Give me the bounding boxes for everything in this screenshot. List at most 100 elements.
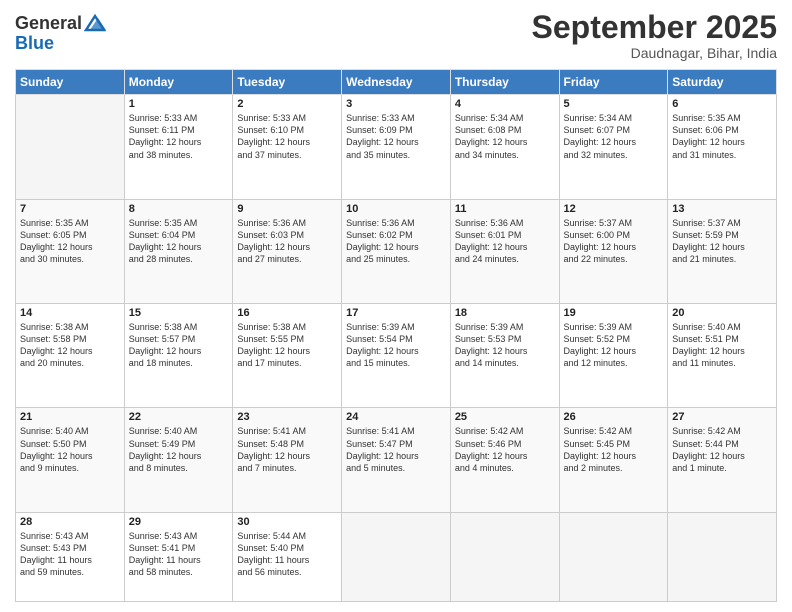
calendar-cell: 23 Sunrise: 5:41 AMSunset: 5:48 PMDayligh… bbox=[233, 408, 342, 512]
logo-blue-text: Blue bbox=[15, 34, 106, 54]
day-number: 4 bbox=[455, 98, 555, 110]
day-info: Sunrise: 5:36 AMSunset: 6:01 PMDaylight:… bbox=[455, 217, 555, 266]
calendar-cell bbox=[450, 512, 559, 601]
day-number: 26 bbox=[564, 411, 664, 423]
calendar-cell: 2 Sunrise: 5:33 AMSunset: 6:10 PMDaylight… bbox=[233, 95, 342, 199]
day-number: 1 bbox=[129, 98, 229, 110]
day-info: Sunrise: 5:37 AMSunset: 5:59 PMDaylight:… bbox=[672, 217, 772, 266]
day-info: Sunrise: 5:36 AMSunset: 6:02 PMDaylight:… bbox=[346, 217, 446, 266]
calendar-cell: 26Sunrise: 5:42 AMSunset: 5:45 PMDayligh… bbox=[559, 408, 668, 512]
day-number: 20 bbox=[672, 307, 772, 319]
logo: General Blue bbox=[15, 14, 106, 54]
weekday-header: Monday bbox=[124, 70, 233, 95]
weekday-header: Tuesday bbox=[233, 70, 342, 95]
calendar-cell: 19 Sunrise: 5:39 AMSunset: 5:52 PMDayligh… bbox=[559, 304, 668, 408]
day-info: Sunrise: 5:38 AMSunset: 5:57 PMDaylight:… bbox=[129, 321, 229, 370]
calendar-cell: 24 Sunrise: 5:41 AMSunset: 5:47 PMDayligh… bbox=[342, 408, 451, 512]
day-number: 28 bbox=[20, 516, 120, 528]
month-title: September 2025 bbox=[532, 10, 777, 45]
day-info: Sunrise: 5:35 AMSunset: 6:06 PMDaylight:… bbox=[672, 112, 772, 161]
calendar-cell: 8 Sunrise: 5:35 AMSunset: 6:04 PMDaylight… bbox=[124, 199, 233, 303]
calendar-cell: 1 Sunrise: 5:33 AMSunset: 6:11 PMDaylight… bbox=[124, 95, 233, 199]
day-info: Sunrise: 5:35 AMSunset: 6:04 PMDaylight:… bbox=[129, 217, 229, 266]
day-info: Sunrise: 5:34 AMSunset: 6:07 PMDaylight:… bbox=[564, 112, 664, 161]
calendar-cell: 3 Sunrise: 5:33 AMSunset: 6:09 PMDaylight… bbox=[342, 95, 451, 199]
day-number: 14 bbox=[20, 307, 120, 319]
calendar-cell: 21Sunrise: 5:40 AMSunset: 5:50 PMDayligh… bbox=[16, 408, 125, 512]
calendar-cell: 12 Sunrise: 5:37 AMSunset: 6:00 PMDayligh… bbox=[559, 199, 668, 303]
day-info: Sunrise: 5:40 AMSunset: 5:49 PMDaylight:… bbox=[129, 425, 229, 474]
weekday-header: Sunday bbox=[16, 70, 125, 95]
day-number: 3 bbox=[346, 98, 446, 110]
header: General Blue September 2025 Daudnagar, B… bbox=[15, 10, 777, 61]
calendar-cell: 22 Sunrise: 5:40 AMSunset: 5:49 PMDayligh… bbox=[124, 408, 233, 512]
day-number: 23 bbox=[237, 411, 337, 423]
location: Daudnagar, Bihar, India bbox=[532, 45, 777, 61]
day-number: 15 bbox=[129, 307, 229, 319]
day-info: Sunrise: 5:42 AMSunset: 5:46 PMDaylight:… bbox=[455, 425, 555, 474]
calendar-cell bbox=[559, 512, 668, 601]
day-number: 24 bbox=[346, 411, 446, 423]
calendar-cell bbox=[668, 512, 777, 601]
calendar-cell: 27 Sunrise: 5:42 AMSunset: 5:44 PMDayligh… bbox=[668, 408, 777, 512]
calendar-cell bbox=[16, 95, 125, 199]
day-number: 7 bbox=[20, 203, 120, 215]
day-info: Sunrise: 5:43 AMSunset: 5:41 PMDaylight:… bbox=[129, 530, 229, 579]
day-info: Sunrise: 5:41 AMSunset: 5:48 PMDaylight:… bbox=[237, 425, 337, 474]
day-number: 25 bbox=[455, 411, 555, 423]
calendar-cell: 29 Sunrise: 5:43 AMSunset: 5:41 PMDayligh… bbox=[124, 512, 233, 601]
day-number: 9 bbox=[237, 203, 337, 215]
calendar-cell: 25 Sunrise: 5:42 AMSunset: 5:46 PMDayligh… bbox=[450, 408, 559, 512]
day-info: Sunrise: 5:34 AMSunset: 6:08 PMDaylight:… bbox=[455, 112, 555, 161]
calendar-cell: 20 Sunrise: 5:40 AMSunset: 5:51 PMDayligh… bbox=[668, 304, 777, 408]
calendar-cell: 14 Sunrise: 5:38 AMSunset: 5:58 PMDayligh… bbox=[16, 304, 125, 408]
weekday-header: Thursday bbox=[450, 70, 559, 95]
day-info: Sunrise: 5:41 AMSunset: 5:47 PMDaylight:… bbox=[346, 425, 446, 474]
calendar-header-row: SundayMondayTuesdayWednesdayThursdayFrid… bbox=[16, 70, 777, 95]
day-number: 22 bbox=[129, 411, 229, 423]
page: General Blue September 2025 Daudnagar, B… bbox=[0, 0, 792, 612]
day-info: Sunrise: 5:38 AMSunset: 5:55 PMDaylight:… bbox=[237, 321, 337, 370]
day-info: Sunrise: 5:37 AMSunset: 6:00 PMDaylight:… bbox=[564, 217, 664, 266]
day-number: 8 bbox=[129, 203, 229, 215]
day-info: Sunrise: 5:33 AMSunset: 6:10 PMDaylight:… bbox=[237, 112, 337, 161]
day-info: Sunrise: 5:39 AMSunset: 5:52 PMDaylight:… bbox=[564, 321, 664, 370]
calendar-cell: 4 Sunrise: 5:34 AMSunset: 6:08 PMDaylight… bbox=[450, 95, 559, 199]
calendar-cell: 6Sunrise: 5:35 AMSunset: 6:06 PMDaylight… bbox=[668, 95, 777, 199]
day-info: Sunrise: 5:40 AMSunset: 5:50 PMDaylight:… bbox=[20, 425, 120, 474]
logo-icon bbox=[84, 12, 106, 34]
calendar-cell bbox=[342, 512, 451, 601]
calendar-cell: 13 Sunrise: 5:37 AMSunset: 5:59 PMDayligh… bbox=[668, 199, 777, 303]
weekday-header: Saturday bbox=[668, 70, 777, 95]
title-block: September 2025 Daudnagar, Bihar, India bbox=[532, 10, 777, 61]
calendar-cell: 10Sunrise: 5:36 AMSunset: 6:02 PMDayligh… bbox=[342, 199, 451, 303]
calendar-cell: 15 Sunrise: 5:38 AMSunset: 5:57 PMDayligh… bbox=[124, 304, 233, 408]
day-number: 27 bbox=[672, 411, 772, 423]
day-number: 11 bbox=[455, 203, 555, 215]
calendar-cell: 7Sunrise: 5:35 AMSunset: 6:05 PMDaylight… bbox=[16, 199, 125, 303]
day-number: 19 bbox=[564, 307, 664, 319]
calendar-cell: 30Sunrise: 5:44 AMSunset: 5:40 PMDayligh… bbox=[233, 512, 342, 601]
day-info: Sunrise: 5:40 AMSunset: 5:51 PMDaylight:… bbox=[672, 321, 772, 370]
day-number: 30 bbox=[237, 516, 337, 528]
weekday-header: Wednesday bbox=[342, 70, 451, 95]
calendar-cell: 28 Sunrise: 5:43 AMSunset: 5:43 PMDayligh… bbox=[16, 512, 125, 601]
logo-general-text: General bbox=[15, 14, 82, 34]
day-number: 12 bbox=[564, 203, 664, 215]
calendar-cell: 16Sunrise: 5:38 AMSunset: 5:55 PMDayligh… bbox=[233, 304, 342, 408]
day-info: Sunrise: 5:38 AMSunset: 5:58 PMDaylight:… bbox=[20, 321, 120, 370]
day-number: 17 bbox=[346, 307, 446, 319]
day-info: Sunrise: 5:33 AMSunset: 6:11 PMDaylight:… bbox=[129, 112, 229, 161]
day-info: Sunrise: 5:33 AMSunset: 6:09 PMDaylight:… bbox=[346, 112, 446, 161]
day-info: Sunrise: 5:39 AMSunset: 5:53 PMDaylight:… bbox=[455, 321, 555, 370]
weekday-header: Friday bbox=[559, 70, 668, 95]
day-info: Sunrise: 5:43 AMSunset: 5:43 PMDaylight:… bbox=[20, 530, 120, 579]
calendar-cell: 5Sunrise: 5:34 AMSunset: 6:07 PMDaylight… bbox=[559, 95, 668, 199]
day-info: Sunrise: 5:42 AMSunset: 5:44 PMDaylight:… bbox=[672, 425, 772, 474]
calendar-cell: 17 Sunrise: 5:39 AMSunset: 5:54 PMDayligh… bbox=[342, 304, 451, 408]
day-info: Sunrise: 5:39 AMSunset: 5:54 PMDaylight:… bbox=[346, 321, 446, 370]
day-number: 29 bbox=[129, 516, 229, 528]
day-number: 2 bbox=[237, 98, 337, 110]
calendar-cell: 11 Sunrise: 5:36 AMSunset: 6:01 PMDayligh… bbox=[450, 199, 559, 303]
day-number: 13 bbox=[672, 203, 772, 215]
